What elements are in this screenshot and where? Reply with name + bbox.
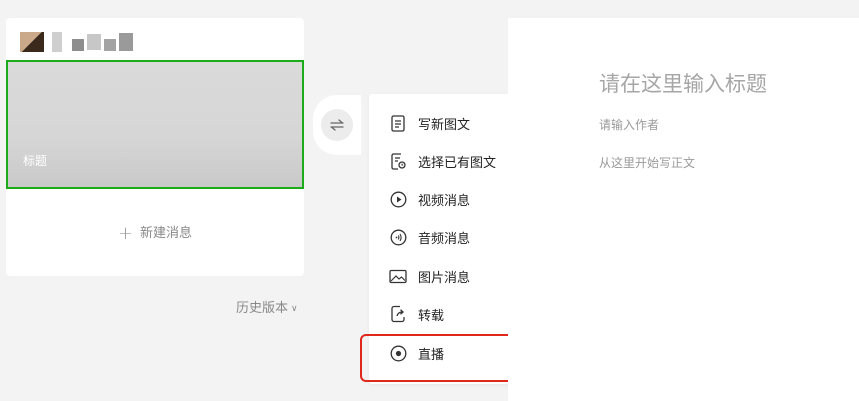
body-editor[interactable]: 从这里开始写正文 <box>599 154 695 171</box>
menu-item-audio-message[interactable]: 音频消息 <box>369 218 515 256</box>
history-version-label: 历史版本 <box>236 301 289 316</box>
account-name-blurred <box>20 29 133 55</box>
menu-item-image-message[interactable]: 图片消息 <box>369 257 515 295</box>
live-highlight-annotation <box>360 334 525 382</box>
blurred-block <box>119 33 133 51</box>
menu-item-label: 音频消息 <box>418 231 471 247</box>
play-circle-icon <box>389 190 407 208</box>
blurred-block <box>104 39 116 51</box>
blurred-block <box>87 34 101 50</box>
account-avatar <box>20 32 44 52</box>
new-message-label: 新建消息 <box>140 226 193 241</box>
cover-article-title: 标题 <box>23 154 48 168</box>
menu-item-label: 转载 <box>418 308 445 324</box>
blurred-block <box>52 32 62 52</box>
swap-toggle-button[interactable] <box>313 95 361 155</box>
image-icon <box>389 267 407 285</box>
plus-icon: + <box>117 223 134 244</box>
author-input[interactable]: 请输入作者 <box>599 116 659 133</box>
article-editor: 请在这里输入标题 请输入作者 从这里开始写正文 <box>508 18 859 401</box>
menu-item-label: 写新图文 <box>418 117 471 133</box>
document-icon <box>389 114 407 132</box>
chevron-down-icon: ∨ <box>291 304 298 314</box>
menu-item-label: 图片消息 <box>418 270 471 286</box>
new-message-button[interactable]: + 新建消息 <box>6 222 304 244</box>
blurred-block <box>72 39 84 51</box>
history-version-dropdown[interactable]: 历史版本 ∨ <box>236 297 298 316</box>
article-list-panel: 标题 + 新建消息 <box>6 18 304 276</box>
menu-item-label: 选择已有图文 <box>418 155 497 171</box>
menu-item-select-existing-article[interactable]: 选择已有图文 <box>369 142 515 180</box>
menu-item-video-message[interactable]: 视频消息 <box>369 180 515 218</box>
menu-item-repost[interactable]: 转载 <box>369 295 515 333</box>
menu-item-new-article[interactable]: 写新图文 <box>369 104 515 142</box>
title-input[interactable]: 请在这里输入标题 <box>599 68 767 98</box>
document-search-icon <box>389 152 407 170</box>
audio-wave-icon <box>389 228 407 246</box>
cover-article-item[interactable]: 标题 <box>6 60 304 189</box>
menu-item-label: 视频消息 <box>418 193 471 209</box>
share-icon <box>389 305 407 323</box>
swap-icon <box>321 109 353 141</box>
